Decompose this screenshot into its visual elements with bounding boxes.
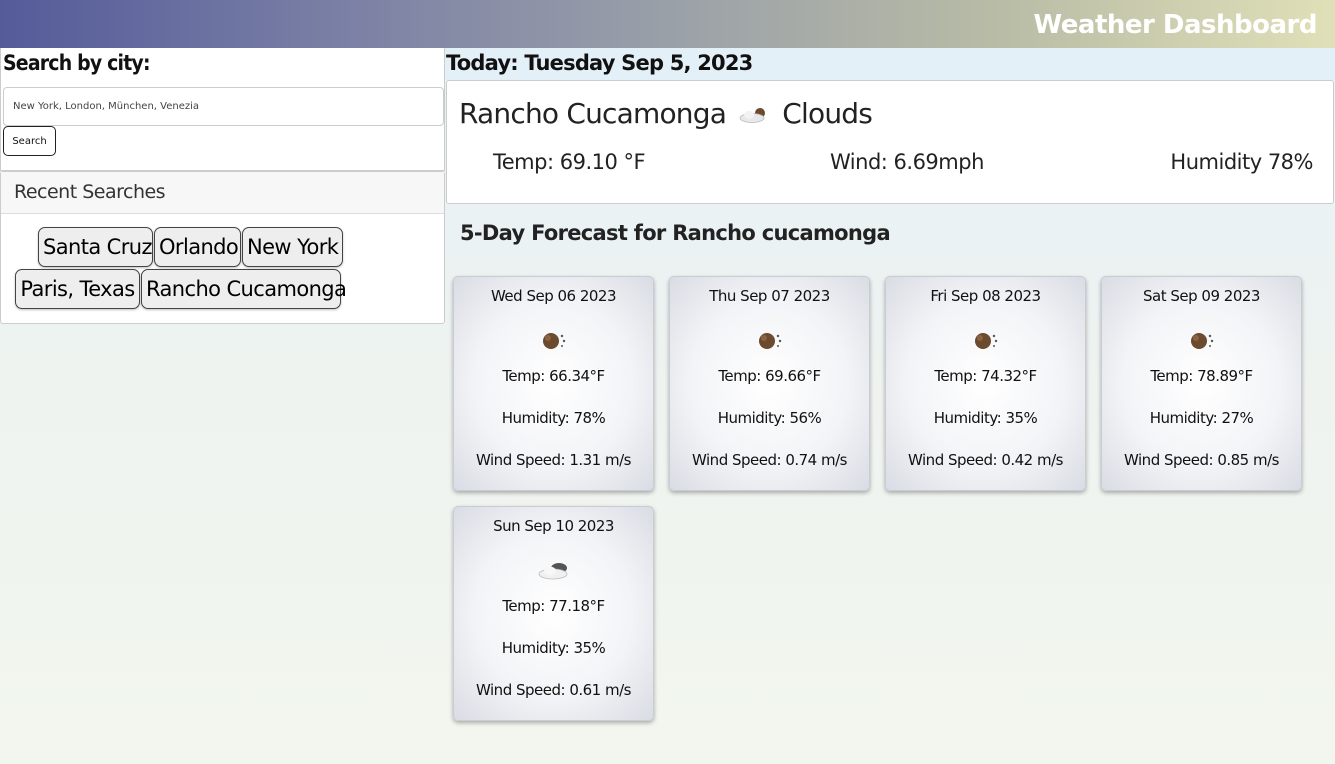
recent-search-button[interactable]: Santa Cruz [38, 227, 153, 267]
search-input[interactable] [3, 87, 444, 126]
forecast-wind: Wind Speed: 0.61 m/s [476, 681, 631, 699]
recent-search-button[interactable]: Orlando [154, 227, 241, 267]
recent-searches-header: Recent Searches [1, 172, 444, 214]
forecast-wind: Wind Speed: 0.85 m/s [1124, 451, 1279, 469]
forecast-humidity: Humidity: 56% [717, 409, 822, 427]
forecast-wind: Wind Speed: 0.42 m/s [908, 451, 1063, 469]
forecast-temp: Temp: 74.32°F [934, 367, 1037, 385]
forecast-card: Thu Sep 07 2023 Temp: 69.66°F Humidity: … [669, 276, 870, 491]
current-weather-title: Rancho Cucamonga Clouds [459, 97, 873, 130]
forecast-card: Fri Sep 08 2023 Temp: 74.32°F Humidity: … [885, 276, 1086, 491]
forecast-humidity: Humidity: 78% [501, 409, 606, 427]
recent-search-button[interactable]: Rancho Cucamonga [141, 269, 347, 309]
recent-search-button[interactable]: New York [242, 227, 343, 267]
forecast-date: Thu Sep 07 2023 [709, 287, 830, 305]
current-wind: Wind: 6.69mph [830, 150, 984, 174]
forecast-card: Sat Sep 09 2023 Temp: 78.89°F Humidity: … [1101, 276, 1302, 491]
forecast-humidity: Humidity: 27% [1149, 409, 1254, 427]
today-date: Today: Tuesday Sep 5, 2023 [446, 51, 753, 75]
clear-sky-icon [542, 333, 565, 349]
forecast-date: Fri Sep 08 2023 [930, 287, 1041, 305]
forecast-humidity: Humidity: 35% [501, 639, 606, 657]
clear-sky-icon [1190, 333, 1213, 349]
current-condition: Clouds [782, 97, 873, 130]
current-humidity: Humidity 78% [1170, 150, 1313, 174]
forecast-date: Wed Sep 06 2023 [490, 287, 617, 305]
search-label: Search by city: [3, 51, 151, 75]
search-button[interactable]: Search [3, 126, 56, 156]
forecast-card: Wed Sep 06 2023 Temp: 66.34°F Humidity: … [453, 276, 654, 491]
forecast-temp: Temp: 66.34°F [502, 367, 605, 385]
forecast-humidity: Humidity: 35% [933, 409, 1038, 427]
forecast-wind: Wind Speed: 1.31 m/s [476, 451, 631, 469]
app-header: Weather Dashboard [0, 0, 1335, 48]
forecast-heading: 5-Day Forecast for Rancho cucamonga [460, 221, 891, 245]
forecast-wind: Wind Speed: 0.74 m/s [692, 451, 847, 469]
clear-sky-icon [974, 333, 997, 349]
app-title: Weather Dashboard [1033, 10, 1318, 40]
search-panel: Search by city: Search [0, 48, 445, 171]
forecast-temp: Temp: 77.18°F [502, 597, 605, 615]
recent-searches-panel: Recent Searches Santa Cruz Orlando New Y… [0, 171, 445, 324]
current-city: Rancho Cucamonga [459, 97, 727, 130]
recent-searches-title: Recent Searches [14, 181, 166, 203]
current-temp: Temp: 69.10 °F [493, 150, 646, 174]
forecast-date: Sat Sep 09 2023 [1143, 287, 1260, 305]
clouds-icon [538, 563, 567, 580]
forecast-temp: Temp: 69.66°F [718, 367, 821, 385]
clouds-icon [739, 108, 766, 123]
today-bar: Today: Tuesday Sep 5, 2023 [445, 48, 1335, 80]
forecast-date: Sun Sep 10 2023 [493, 517, 614, 535]
clear-sky-icon [758, 333, 781, 349]
recent-search-button[interactable]: Paris, Texas [15, 269, 140, 309]
forecast-card: Sun Sep 10 2023 Temp: 77.18°F Humidity: … [453, 506, 654, 721]
forecast-temp: Temp: 78.89°F [1150, 367, 1253, 385]
current-weather-card: Rancho Cucamonga Clouds Temp: 69.10 °F W… [446, 80, 1334, 204]
